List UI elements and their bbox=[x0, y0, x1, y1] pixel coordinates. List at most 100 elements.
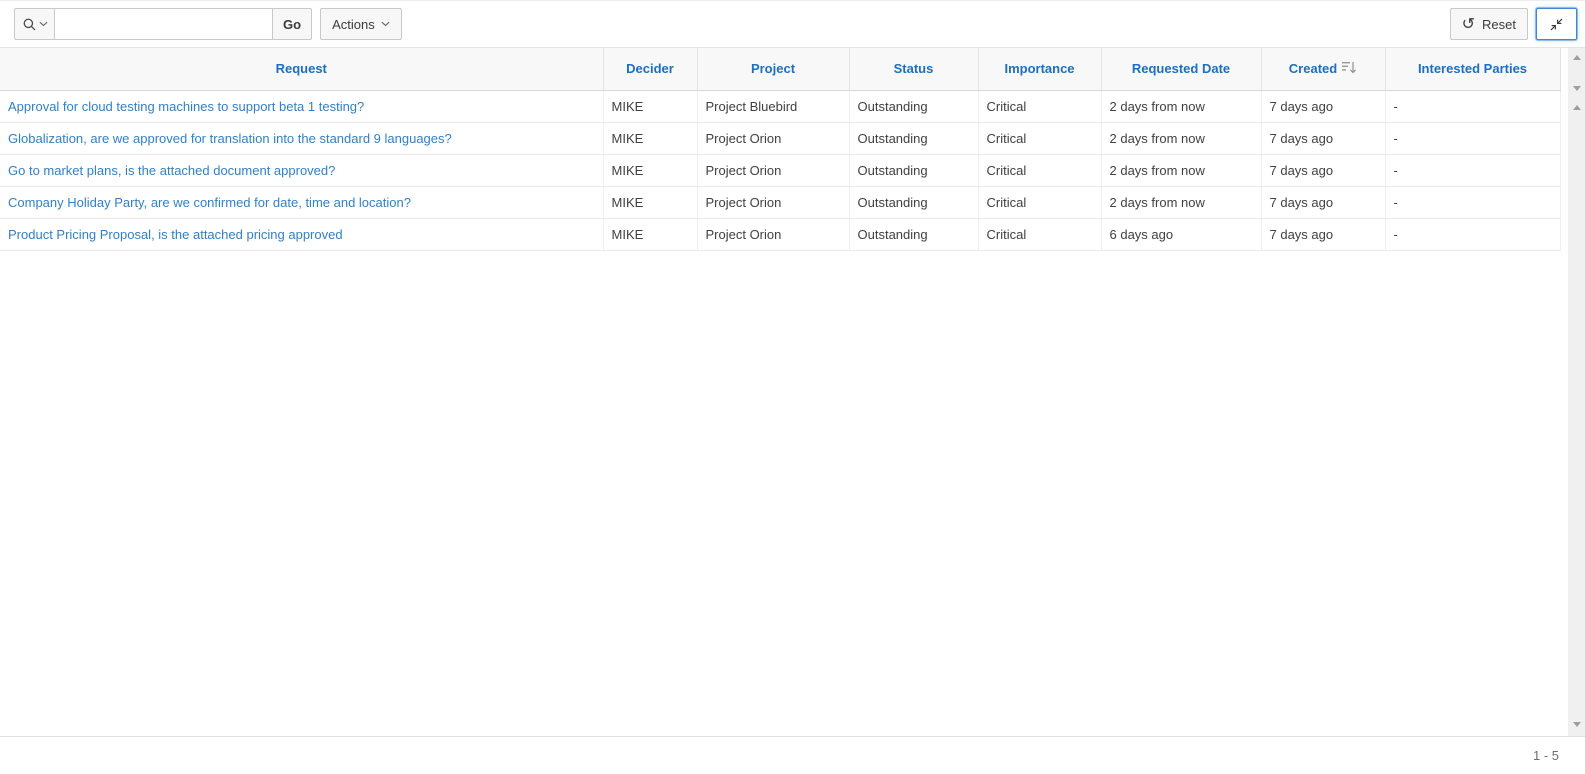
cell-status: Outstanding bbox=[849, 122, 978, 154]
cell-importance: Critical bbox=[978, 154, 1101, 186]
cell-decider: MIKE bbox=[603, 154, 697, 186]
column-header-label: Status bbox=[894, 61, 934, 76]
sort-descending-icon bbox=[1342, 61, 1357, 77]
cell-status: Outstanding bbox=[849, 154, 978, 186]
column-header-content: Created bbox=[1289, 61, 1357, 77]
column-header-label: Project bbox=[751, 61, 795, 76]
collapse-diagonal-arrows-icon bbox=[1549, 17, 1564, 32]
chevron-down-icon bbox=[39, 21, 48, 27]
cell-decider: MIKE bbox=[603, 218, 697, 250]
cell-decider: MIKE bbox=[603, 90, 697, 122]
header-row: Request Decider Project Status Importance Req… bbox=[0, 48, 1560, 90]
column-header-label: Interested Parties bbox=[1418, 61, 1527, 76]
cell-request: Product Pricing Proposal, is the attache… bbox=[0, 218, 603, 250]
go-button[interactable]: Go bbox=[272, 8, 312, 40]
request-link[interactable]: Go to market plans, is the attached docu… bbox=[8, 163, 335, 178]
cell-status: Outstanding bbox=[849, 186, 978, 218]
cell-requested_date: 2 days from now bbox=[1101, 186, 1261, 218]
cell-importance: Critical bbox=[978, 218, 1101, 250]
collapse-report-button[interactable] bbox=[1536, 8, 1577, 40]
report-footer: 1 - 5 bbox=[0, 736, 1585, 774]
column-header-label: Decider bbox=[626, 61, 674, 76]
column-header-importance[interactable]: Importance bbox=[978, 48, 1101, 90]
cell-decider: MIKE bbox=[603, 186, 697, 218]
scroll-down-arrow-icon[interactable] bbox=[1573, 86, 1581, 91]
column-header-decider[interactable]: Decider bbox=[603, 48, 697, 90]
column-header-project[interactable]: Project bbox=[697, 48, 849, 90]
cell-interested_parties: - bbox=[1385, 122, 1560, 154]
request-link[interactable]: Company Holiday Party, are we confirmed … bbox=[8, 195, 411, 210]
cell-interested_parties: - bbox=[1385, 90, 1560, 122]
cell-request: Approval for cloud testing machines to s… bbox=[0, 90, 603, 122]
actions-button-label: Actions bbox=[332, 17, 375, 32]
reset-button-label: Reset bbox=[1482, 17, 1516, 32]
column-header-label: Importance bbox=[1004, 61, 1074, 76]
table-row: Approval for cloud testing machines to s… bbox=[0, 90, 1560, 122]
column-header-content: Requested Date bbox=[1132, 61, 1230, 76]
cell-request: Company Holiday Party, are we confirmed … bbox=[0, 186, 603, 218]
interactive-report-page: Go Actions ↺ Reset bbox=[0, 0, 1585, 774]
column-header-content: Interested Parties bbox=[1418, 61, 1527, 76]
cell-requested_date: 6 days ago bbox=[1101, 218, 1261, 250]
pagination-range: 1 - 5 bbox=[1533, 748, 1559, 763]
cell-importance: Critical bbox=[978, 186, 1101, 218]
column-header-label: Requested Date bbox=[1132, 61, 1230, 76]
table-row: Company Holiday Party, are we confirmed … bbox=[0, 186, 1560, 218]
table-row: Product Pricing Proposal, is the attache… bbox=[0, 218, 1560, 250]
table-row: Go to market plans, is the attached docu… bbox=[0, 154, 1560, 186]
scroll-down-arrow-icon[interactable] bbox=[1573, 722, 1581, 727]
scroll-up-arrow-icon[interactable] bbox=[1573, 55, 1581, 60]
column-header-request[interactable]: Request bbox=[0, 48, 603, 90]
cell-created: 7 days ago bbox=[1261, 186, 1385, 218]
column-header-content: Project bbox=[751, 61, 795, 76]
actions-menu-button[interactable]: Actions bbox=[320, 8, 402, 40]
cell-project: Project Orion bbox=[697, 218, 849, 250]
cell-created: 7 days ago bbox=[1261, 122, 1385, 154]
column-header-content: Status bbox=[894, 61, 934, 76]
cell-interested_parties: - bbox=[1385, 186, 1560, 218]
search-icon bbox=[22, 17, 37, 32]
request-link[interactable]: Product Pricing Proposal, is the attache… bbox=[8, 227, 343, 242]
search-bar: Go bbox=[14, 8, 312, 40]
cell-importance: Critical bbox=[978, 90, 1101, 122]
column-header-created[interactable]: Created bbox=[1261, 48, 1385, 90]
cell-requested_date: 2 days from now bbox=[1101, 90, 1261, 122]
cell-requested_date: 2 days from now bbox=[1101, 122, 1261, 154]
toolbar-right-group: ↺ Reset bbox=[1450, 8, 1577, 40]
search-input[interactable] bbox=[55, 8, 273, 40]
cell-request: Go to market plans, is the attached docu… bbox=[0, 154, 603, 186]
cell-created: 7 days ago bbox=[1261, 90, 1385, 122]
column-header-content: Request bbox=[276, 61, 327, 76]
report-toolbar: Go Actions ↺ Reset bbox=[0, 0, 1585, 48]
cell-decider: MIKE bbox=[603, 122, 697, 154]
cell-project: Project Orion bbox=[697, 186, 849, 218]
column-header-interested_parties[interactable]: Interested Parties bbox=[1385, 48, 1560, 90]
column-header-label: Request bbox=[276, 61, 327, 76]
vertical-scrollbar[interactable] bbox=[1568, 48, 1585, 736]
cell-created: 7 days ago bbox=[1261, 154, 1385, 186]
cell-status: Outstanding bbox=[849, 90, 978, 122]
cell-interested_parties: - bbox=[1385, 154, 1560, 186]
cell-project: Project Bluebird bbox=[697, 90, 849, 122]
column-header-content: Importance bbox=[1004, 61, 1074, 76]
request-link[interactable]: Approval for cloud testing machines to s… bbox=[8, 99, 364, 114]
cell-project: Project Orion bbox=[697, 154, 849, 186]
cell-request: Globalization, are we approved for trans… bbox=[0, 122, 603, 154]
scroll-up-arrow-icon[interactable] bbox=[1573, 105, 1581, 110]
column-header-label: Created bbox=[1289, 61, 1337, 76]
cell-interested_parties: - bbox=[1385, 218, 1560, 250]
chevron-down-icon bbox=[381, 21, 390, 27]
column-header-requested_date[interactable]: Requested Date bbox=[1101, 48, 1261, 90]
column-header-status[interactable]: Status bbox=[849, 48, 978, 90]
report-table: Request Decider Project Status Importance Req… bbox=[0, 48, 1561, 251]
report-region: Request Decider Project Status Importance Req… bbox=[0, 48, 1585, 736]
cell-importance: Critical bbox=[978, 122, 1101, 154]
cell-project: Project Orion bbox=[697, 122, 849, 154]
reset-button[interactable]: ↺ Reset bbox=[1450, 8, 1528, 40]
search-column-selector-button[interactable] bbox=[14, 8, 55, 40]
cell-requested_date: 2 days from now bbox=[1101, 154, 1261, 186]
request-link[interactable]: Globalization, are we approved for trans… bbox=[8, 131, 452, 146]
table-row: Globalization, are we approved for trans… bbox=[0, 122, 1560, 154]
cell-status: Outstanding bbox=[849, 218, 978, 250]
undo-circular-arrow-icon: ↺ bbox=[1462, 16, 1475, 32]
